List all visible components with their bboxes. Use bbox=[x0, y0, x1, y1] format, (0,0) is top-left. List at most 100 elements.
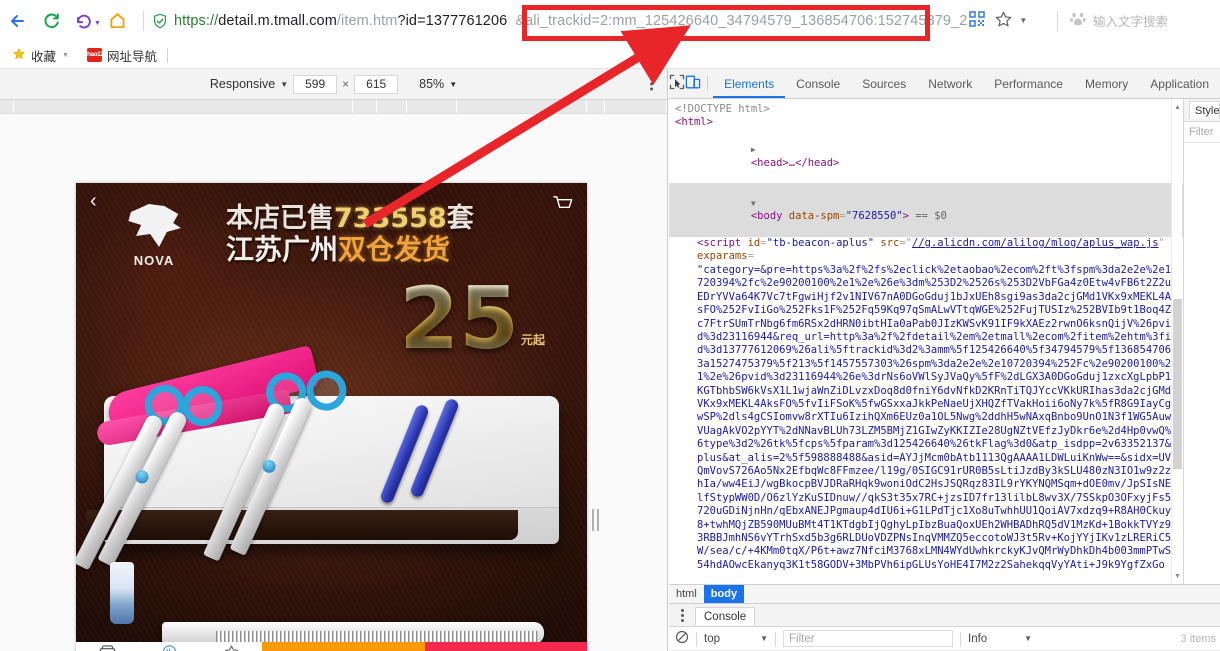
inspect-element-button[interactable] bbox=[669, 69, 685, 98]
filterbar-divider-1 bbox=[696, 631, 697, 646]
promo-shipping: 双仓发货 bbox=[338, 233, 451, 267]
dom-head-label: <head>…</head> bbox=[750, 156, 840, 169]
tab-performance[interactable]: Performance bbox=[983, 69, 1074, 98]
dom-script-tag: <script bbox=[697, 237, 742, 250]
action-service[interactable]: 客服 bbox=[138, 642, 200, 651]
tab-memory[interactable]: Memory bbox=[1074, 69, 1139, 98]
device-select[interactable]: Responsive ▼ bbox=[210, 77, 288, 91]
dom-script-src-value[interactable]: //g.alicdn.com/alilog/mlog/aplus_wap.js bbox=[912, 237, 1159, 249]
add-to-cart-button[interactable]: 加入购物车 bbox=[262, 642, 425, 651]
styles-filter-input[interactable]: Filter bbox=[1184, 122, 1220, 143]
bookmark-star-icon[interactable] bbox=[994, 10, 1013, 32]
back-button[interactable] bbox=[0, 4, 34, 38]
url-trackid: &ali_trackid=2:mm_125426640_34794579_136… bbox=[515, 12, 919, 29]
security-shield-icon[interactable] bbox=[152, 13, 168, 29]
star-icon bbox=[12, 47, 26, 64]
console-level-select[interactable]: Info ▼ bbox=[968, 633, 1032, 645]
buy-now-button[interactable]: 立即购买 bbox=[424, 642, 587, 651]
shopping-cart-icon[interactable] bbox=[552, 193, 573, 217]
reload-icon bbox=[42, 11, 61, 30]
console-filter-input[interactable]: Filter bbox=[783, 630, 953, 647]
viewport-resize-handle[interactable] bbox=[592, 509, 599, 531]
promo-sold-prefix: 本店已售 bbox=[226, 203, 334, 234]
tab-sources[interactable]: Sources bbox=[851, 69, 917, 98]
dom-tree-scrollbar[interactable]: ▲ ▼ bbox=[1171, 99, 1182, 584]
console-context-label: top bbox=[704, 632, 720, 645]
url-host: detail.m.tmall.com bbox=[218, 12, 337, 29]
dom-line-html[interactable]: <html> bbox=[675, 116, 1183, 129]
collapse-arrow-icon[interactable]: ▼ bbox=[751, 199, 756, 208]
toggle-device-toolbar-button[interactable] bbox=[685, 69, 701, 98]
dom-script-exparams-value: "category=&pre=https%3a%2f%2fs%2eclick%2… bbox=[697, 263, 1178, 571]
viewport-width-input[interactable]: 599 bbox=[293, 74, 338, 94]
dom-body-attr-name: data-spm bbox=[788, 210, 840, 223]
search-box[interactable]: 输入文字搜索 bbox=[1066, 8, 1216, 34]
tab-styles[interactable]: Styles bbox=[1189, 101, 1220, 119]
price-unit: 元起 bbox=[520, 333, 545, 348]
device-emulation-pane: Responsive ▼ 599 × 615 85% ▼ ‹ NOVA 本店已售… bbox=[0, 69, 668, 651]
url-path: /item.htm bbox=[336, 12, 398, 29]
url-text[interactable]: https://detail.m.tmall.com/item.htm?id=1… bbox=[174, 13, 967, 29]
bookmark-hao123[interactable]: hao123 网址导航 bbox=[83, 45, 161, 66]
chevron-down-icon: ▼ bbox=[1024, 634, 1032, 643]
action-store[interactable]: 店铺 bbox=[76, 642, 138, 651]
tab-application[interactable]: Application bbox=[1139, 69, 1220, 98]
emulated-device-frame: ‹ NOVA 本店已售733558套 江苏广州双仓发货 25 元起 bbox=[76, 183, 587, 651]
scroll-down-icon[interactable]: ▼ bbox=[1172, 570, 1183, 582]
search-input-placeholder[interactable]: 输入文字搜索 bbox=[1093, 11, 1168, 30]
tab-console[interactable]: Console bbox=[785, 69, 851, 98]
chevron-down-icon: ▼ bbox=[760, 634, 768, 643]
zoom-select[interactable]: 85% ▼ bbox=[419, 77, 457, 91]
home-icon bbox=[108, 11, 127, 30]
chevron-down-icon: ▼ bbox=[280, 79, 289, 89]
address-bar[interactable]: https://detail.m.tmall.com/item.htm?id=1… bbox=[152, 6, 1049, 36]
history-caret-icon[interactable]: ▼ bbox=[94, 20, 101, 27]
viewport-height-input[interactable]: 615 bbox=[354, 74, 399, 94]
omnibox-caret-icon[interactable]: ▼ bbox=[1019, 16, 1027, 25]
reload-button[interactable] bbox=[34, 4, 68, 38]
oil-bottle bbox=[110, 562, 134, 624]
home-button[interactable] bbox=[101, 4, 135, 38]
product-photo bbox=[76, 344, 587, 651]
promo-headline: 本店已售733558套 江苏广州双仓发货 bbox=[226, 203, 571, 267]
dom-line-script[interactable]: <script id="tb-beacon-aplus" src="//g.al… bbox=[675, 237, 1183, 572]
breadcrumb-html[interactable]: html bbox=[669, 585, 704, 603]
console-context-select[interactable]: top ▼ bbox=[704, 633, 768, 645]
console-more-button[interactable] bbox=[669, 608, 695, 622]
scroll-up-icon[interactable]: ▲ bbox=[1172, 101, 1183, 113]
promo-price: 25 元起 bbox=[399, 276, 545, 362]
product-hero-image: ‹ NOVA 本店已售733558套 江苏广州双仓发货 25 元起 bbox=[76, 183, 587, 651]
drawer-tab-console[interactable]: Console bbox=[695, 607, 756, 625]
dom-selected-marker: == $0 bbox=[915, 210, 947, 223]
dom-tree[interactable]: <!DOCTYPE html> <html> ▶ <head>…</head> … bbox=[669, 99, 1183, 584]
zoom-select-label: 85% bbox=[419, 77, 445, 91]
device-select-label: Responsive bbox=[209, 77, 276, 91]
tab-network[interactable]: Network bbox=[917, 69, 983, 98]
product-action-bar: 店铺 客服 收藏 加入购物车 立即购买 bbox=[76, 642, 587, 651]
breadcrumb-body[interactable]: body bbox=[703, 585, 745, 603]
back-icon[interactable]: ‹ bbox=[90, 191, 97, 211]
dom-script-exparams-name: exparams bbox=[697, 250, 748, 263]
clear-console-icon[interactable] bbox=[675, 630, 689, 647]
service-icon bbox=[161, 644, 178, 651]
brand-mark-icon bbox=[128, 204, 181, 247]
filterbar-divider-3 bbox=[960, 631, 961, 646]
action-favorite[interactable]: 收藏 bbox=[200, 642, 262, 651]
device-toolbar-more-button[interactable] bbox=[650, 77, 653, 91]
bookmark-favorites[interactable]: 收藏 ▼ bbox=[8, 45, 73, 66]
console-drawer: Console top ▼ Filter Info ▼ 3 items bbox=[669, 604, 1220, 651]
promo-region: 江苏广州 bbox=[226, 233, 339, 267]
bookmarks-bar: 收藏 ▼ hao123 网址导航 bbox=[0, 42, 1220, 69]
dom-breadcrumb: html body bbox=[669, 584, 1220, 604]
scrollbar-thumb[interactable] bbox=[1173, 299, 1182, 469]
expand-arrow-icon[interactable]: ▶ bbox=[751, 145, 756, 154]
dom-line-head[interactable]: ▶ <head>…</head> bbox=[675, 130, 1183, 184]
url-trackid-tail: 5379_2 bbox=[918, 12, 968, 29]
baidu-logo-icon bbox=[1070, 11, 1086, 30]
tab-elements[interactable]: Elements bbox=[713, 69, 785, 98]
dom-line-body[interactable]: ▼ <body data-spm="7628550"> == $0 bbox=[669, 183, 1183, 238]
url-scheme: https:// bbox=[173, 12, 219, 29]
qr-code-icon[interactable] bbox=[969, 11, 986, 30]
dimension-separator: × bbox=[342, 77, 350, 91]
chevron-down-icon[interactable]: ▼ bbox=[62, 52, 69, 59]
